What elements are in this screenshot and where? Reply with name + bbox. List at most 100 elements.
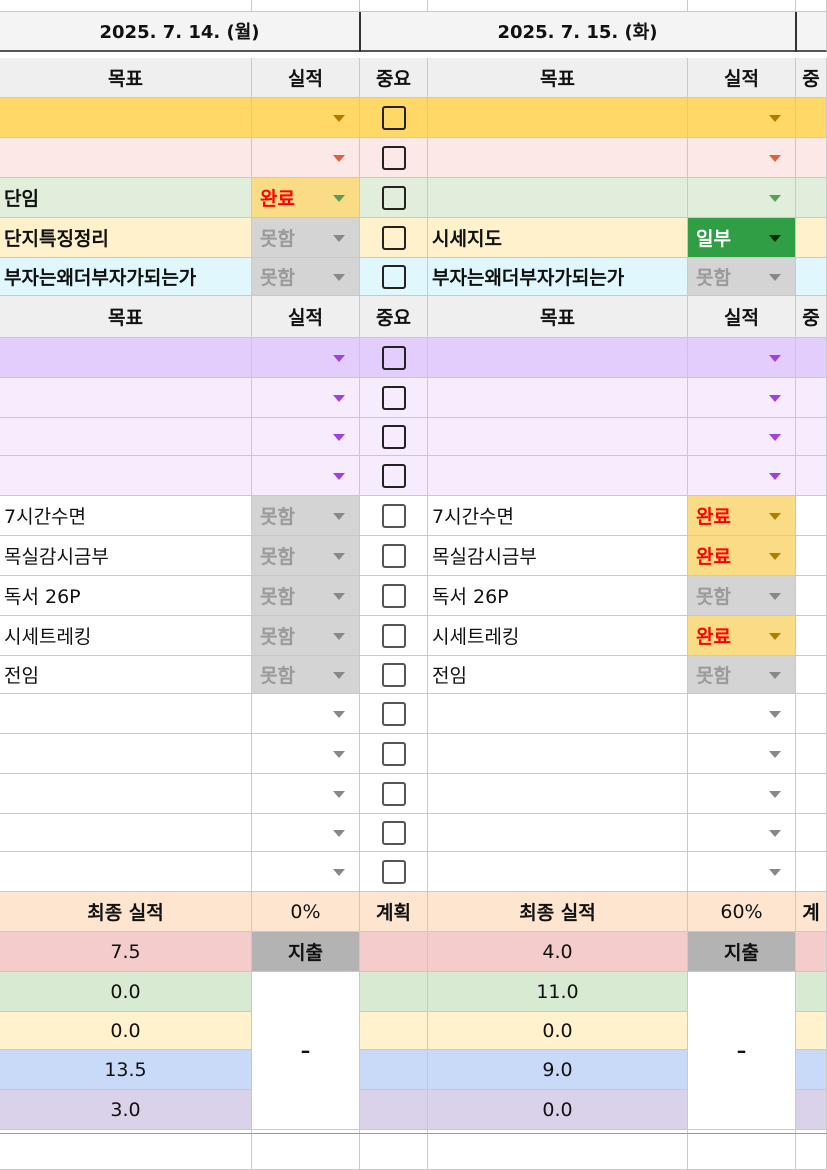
goal-cell[interactable]: 부자는왜더부자가되는가 [0, 258, 252, 296]
result-dropdown[interactable] [688, 178, 796, 218]
result-dropdown[interactable]: 못함 [688, 656, 796, 694]
checkbox[interactable] [381, 859, 406, 884]
checkbox[interactable] [381, 105, 406, 130]
important-checkbox-cell[interactable] [360, 258, 428, 296]
result-dropdown[interactable]: 못함 [688, 576, 796, 616]
important-checkbox-cell[interactable] [796, 138, 827, 178]
checkbox[interactable] [381, 623, 406, 648]
goal-cell[interactable] [428, 774, 688, 814]
goal-cell[interactable]: 전임 [0, 656, 252, 694]
goal-cell[interactable]: 시세지도 [428, 218, 688, 258]
goal-cell[interactable] [0, 418, 252, 456]
important-checkbox-cell[interactable] [796, 616, 827, 656]
important-checkbox-cell[interactable] [360, 656, 428, 694]
result-dropdown[interactable]: 못함 [688, 258, 796, 296]
important-checkbox-cell[interactable] [360, 774, 428, 814]
result-dropdown[interactable] [252, 98, 360, 138]
checkbox[interactable] [381, 820, 406, 845]
goal-cell[interactable] [0, 852, 252, 892]
goal-cell[interactable]: 단임 [0, 178, 252, 218]
checkbox[interactable] [381, 385, 406, 410]
checkbox[interactable] [381, 741, 406, 766]
result-dropdown[interactable]: 완료 [688, 536, 796, 576]
important-checkbox-cell[interactable] [796, 852, 827, 892]
checkbox[interactable] [381, 503, 406, 528]
goal-cell[interactable]: 부자는왜더부자가되는가 [428, 258, 688, 296]
result-dropdown[interactable]: 못함 [252, 496, 360, 536]
important-checkbox-cell[interactable] [360, 418, 428, 456]
result-dropdown[interactable] [688, 852, 796, 892]
checkbox[interactable] [381, 662, 406, 687]
result-dropdown[interactable] [688, 456, 796, 496]
goal-cell[interactable]: 시세트레킹 [428, 616, 688, 656]
result-dropdown[interactable]: 완료 [252, 178, 360, 218]
goal-cell[interactable]: 단지특징정리 [0, 218, 252, 258]
goal-cell[interactable] [0, 338, 252, 378]
result-dropdown[interactable] [252, 456, 360, 496]
goal-cell[interactable] [428, 378, 688, 418]
result-dropdown[interactable] [252, 814, 360, 852]
result-dropdown[interactable] [252, 774, 360, 814]
important-checkbox-cell[interactable] [360, 852, 428, 892]
goal-cell[interactable] [428, 852, 688, 892]
result-dropdown[interactable]: 완료 [688, 616, 796, 656]
goal-cell[interactable]: 독서 26P [0, 576, 252, 616]
goal-cell[interactable] [0, 456, 252, 496]
checkbox[interactable] [381, 145, 406, 170]
result-dropdown[interactable]: 일부 [688, 218, 796, 258]
important-checkbox-cell[interactable] [360, 616, 428, 656]
result-dropdown[interactable] [252, 418, 360, 456]
goal-cell[interactable] [428, 734, 688, 774]
goal-cell[interactable] [428, 138, 688, 178]
checkbox[interactable] [381, 225, 406, 250]
important-checkbox-cell[interactable] [796, 774, 827, 814]
goal-cell[interactable]: 7시간수면 [428, 496, 688, 536]
result-dropdown[interactable] [252, 734, 360, 774]
important-checkbox-cell[interactable] [360, 496, 428, 536]
goal-cell[interactable]: 전임 [428, 656, 688, 694]
important-checkbox-cell[interactable] [796, 656, 827, 694]
result-dropdown[interactable] [688, 418, 796, 456]
important-checkbox-cell[interactable] [796, 218, 827, 258]
important-checkbox-cell[interactable] [796, 536, 827, 576]
important-checkbox-cell[interactable] [796, 694, 827, 734]
important-checkbox-cell[interactable] [796, 418, 827, 456]
important-checkbox-cell[interactable] [796, 178, 827, 218]
result-dropdown[interactable]: 못함 [252, 218, 360, 258]
checkbox[interactable] [381, 781, 406, 806]
important-checkbox-cell[interactable] [796, 456, 827, 496]
goal-cell[interactable] [428, 178, 688, 218]
important-checkbox-cell[interactable] [796, 338, 827, 378]
important-checkbox-cell[interactable] [360, 178, 428, 218]
goal-cell[interactable] [428, 418, 688, 456]
result-dropdown[interactable]: 못함 [252, 656, 360, 694]
important-checkbox-cell[interactable] [796, 98, 827, 138]
goal-cell[interactable] [0, 138, 252, 178]
goal-cell[interactable] [0, 378, 252, 418]
result-dropdown[interactable] [688, 98, 796, 138]
goal-cell[interactable] [0, 814, 252, 852]
checkbox[interactable] [381, 543, 406, 568]
result-dropdown[interactable] [688, 378, 796, 418]
important-checkbox-cell[interactable] [796, 258, 827, 296]
goal-cell[interactable] [0, 734, 252, 774]
checkbox[interactable] [381, 701, 406, 726]
result-dropdown[interactable] [252, 852, 360, 892]
goal-cell[interactable] [428, 694, 688, 734]
goal-cell[interactable] [428, 456, 688, 496]
result-dropdown[interactable] [688, 774, 796, 814]
goal-cell[interactable] [428, 338, 688, 378]
important-checkbox-cell[interactable] [360, 814, 428, 852]
checkbox[interactable] [381, 424, 406, 449]
important-checkbox-cell[interactable] [360, 576, 428, 616]
important-checkbox-cell[interactable] [360, 338, 428, 378]
checkbox[interactable] [381, 185, 406, 210]
result-dropdown[interactable]: 못함 [252, 616, 360, 656]
checkbox[interactable] [381, 583, 406, 608]
important-checkbox-cell[interactable] [796, 496, 827, 536]
checkbox[interactable] [381, 463, 406, 488]
result-dropdown[interactable] [688, 694, 796, 734]
goal-cell[interactable]: 목실감시금부 [0, 536, 252, 576]
checkbox[interactable] [381, 264, 406, 289]
important-checkbox-cell[interactable] [360, 694, 428, 734]
